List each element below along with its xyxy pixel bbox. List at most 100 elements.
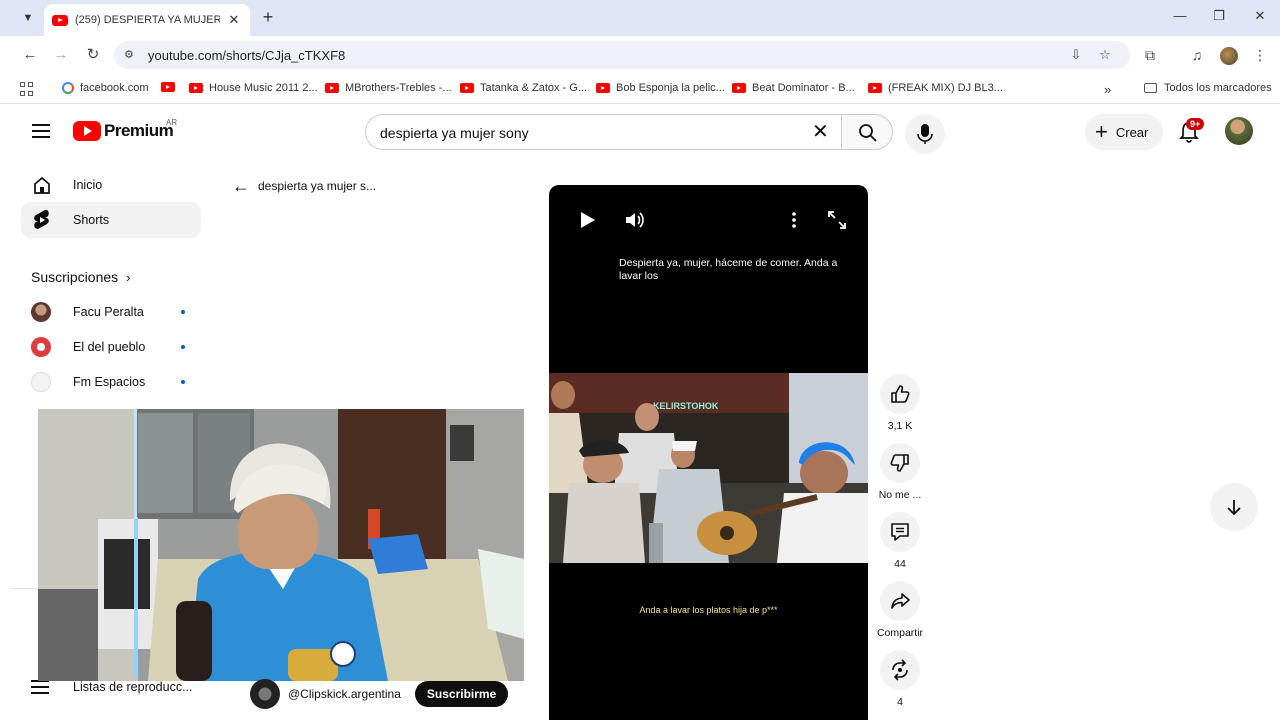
playlists-icon [31, 680, 49, 694]
address-bar[interactable]: ⚙ youtube.com/shorts/CJja_cTKXF8 ⇩ ☆ [114, 41, 1130, 69]
bookmark-youtube[interactable] [161, 82, 181, 92]
sidebar-item-label: Shorts [73, 213, 110, 227]
dislike-icon [890, 454, 909, 472]
browser-tab-active[interactable]: (259) DESPIERTA YA MUJER - G ✕ [44, 4, 250, 36]
more-options-icon[interactable] [783, 209, 805, 231]
all-bookmarks-label: Todos los marcadores [1164, 82, 1272, 94]
channel-avatar[interactable] [250, 679, 280, 709]
youtube-icon [868, 83, 882, 93]
bookmark-bob-esponja[interactable]: Bob Esponja la pelic... [596, 82, 725, 94]
create-button[interactable]: + Crear [1085, 114, 1163, 150]
like-button[interactable] [880, 374, 920, 414]
fullscreen-icon[interactable] [826, 209, 848, 231]
bookmark-label: Beat Dominator - B... [752, 82, 855, 94]
bookmark-freak-mix[interactable]: (FREAK MIX) DJ BL3... [868, 82, 1003, 94]
play-icon[interactable] [576, 209, 598, 231]
subscription-label: Facu Peralta [73, 305, 144, 319]
url-text[interactable]: youtube.com/shorts/CJja_cTKXF8 [148, 48, 345, 63]
channel-row: @Clipskick.argentina Suscribirme [250, 679, 509, 709]
like-icon [891, 385, 910, 403]
home-icon [31, 174, 53, 196]
search-input[interactable]: despierta ya mujer sony ✕ [365, 114, 841, 150]
notifications-badge: 9+ [1186, 118, 1205, 130]
logo-text: Premium [104, 121, 174, 140]
all-bookmarks-folder[interactable]: Todos los marcadores [1144, 82, 1272, 94]
subscribe-button[interactable]: Suscribirme [414, 681, 509, 707]
dislike-button[interactable] [880, 443, 920, 483]
browser-menu-icon[interactable]: ⋮ [1250, 45, 1270, 65]
youtube-icon [460, 83, 474, 93]
subscription-fm-espacios[interactable]: Fm Espacios [31, 367, 201, 397]
search-query-text[interactable]: despierta ya mujer sony [380, 125, 529, 141]
arrow-left-icon: ← [232, 176, 250, 196]
reload-icon[interactable]: ↻ [83, 45, 103, 65]
site-info-icon[interactable]: ⚙ [124, 48, 138, 62]
bookmark-star-icon[interactable]: ☆ [1097, 47, 1113, 63]
bookmark-beat-dominator[interactable]: Beat Dominator - B... [732, 82, 855, 94]
shorts-icon [31, 209, 53, 231]
tab-title: (259) DESPIERTA YA MUJER - G [75, 14, 220, 26]
subscriptions-header[interactable]: Suscripciones › [31, 269, 131, 285]
create-label: Crear [1115, 124, 1149, 140]
clear-search-icon[interactable]: ✕ [812, 122, 829, 142]
guide-menu-icon[interactable] [32, 124, 50, 138]
share-button[interactable] [880, 581, 920, 621]
microphone-icon [917, 124, 933, 144]
video-subtitle-text: Anda a lavar los platos hija de p*** [639, 605, 778, 615]
sidebar-item-inicio[interactable]: Inicio [21, 167, 201, 203]
search-button[interactable] [841, 114, 893, 150]
tab-search-chevron-icon[interactable]: ▼ [16, 7, 40, 29]
media-controls-icon[interactable]: ♫ [1187, 45, 1207, 65]
dislike-action[interactable]: No me ... [872, 443, 928, 501]
back-to-results-link[interactable]: ← despierta ya mujer s... [232, 177, 376, 195]
sidebar-item-label: Listas de reproducc... [73, 680, 193, 694]
install-app-icon[interactable]: ⇩ [1068, 47, 1084, 63]
subscription-label: El del pueblo [73, 340, 146, 354]
bookmark-facebook[interactable]: facebook.com [62, 82, 148, 94]
forward-icon[interactable]: → [51, 45, 71, 65]
remix-action[interactable]: 4 [872, 650, 928, 708]
back-link-text: despierta ya mujer s... [258, 179, 377, 193]
new-content-dot [181, 310, 185, 314]
remix-button[interactable] [880, 650, 920, 690]
back-icon[interactable]: ← [20, 45, 40, 65]
youtube-icon [596, 83, 610, 93]
video-frame-image: KELIRSTOHOK [549, 373, 868, 563]
youtube-premium-logo[interactable]: Premium [73, 121, 174, 141]
sidebar-item-shorts[interactable]: Shorts [21, 202, 201, 238]
extensions-icon[interactable]: ⧉ [1140, 45, 1160, 65]
subscription-facu-peralta[interactable]: Facu Peralta [31, 297, 201, 327]
more-bookmarks-icon[interactable]: » [1104, 82, 1111, 97]
new-content-dot [181, 380, 185, 384]
bookmark-house-music[interactable]: House Music 2011 2... [189, 82, 318, 94]
bookmark-label: MBrothers-Trebles -... [345, 82, 452, 94]
share-action[interactable]: Compartir [872, 581, 928, 639]
window-close-icon[interactable]: ✕ [1250, 8, 1270, 24]
restore-icon[interactable]: ❐ [1209, 8, 1229, 24]
tab-close-icon[interactable]: ✕ [226, 12, 242, 28]
apps-grid-icon[interactable] [20, 82, 34, 96]
bookmark-label: (FREAK MIX) DJ BL3... [888, 82, 1003, 94]
browser-profile-avatar[interactable] [1220, 47, 1238, 65]
subscriptions-title: Suscripciones [31, 269, 119, 285]
new-tab-plus-icon[interactable]: + [258, 7, 278, 27]
voice-search-button[interactable] [905, 114, 945, 154]
share-icon [891, 593, 910, 609]
youtube-icon [161, 82, 175, 92]
youtube-favicon-icon [52, 14, 68, 26]
minimize-icon[interactable]: — [1170, 8, 1190, 23]
subscription-label: Fm Espacios [73, 375, 146, 389]
sidebar-item-playlists[interactable]: Listas de reproducc... [31, 680, 193, 694]
volume-icon[interactable] [623, 209, 645, 231]
video-frame: KELIRSTOHOK [549, 373, 868, 563]
channel-name[interactable]: @Clipskick.argentina [288, 687, 401, 701]
bookmark-mbrothers[interactable]: MBrothers-Trebles -... [325, 82, 452, 94]
account-avatar[interactable] [1225, 117, 1253, 145]
shorts-player[interactable]: Despierta ya, mujer, háceme de comer. An… [549, 185, 868, 720]
bookmark-tatanka[interactable]: Tatanka & Zatox - G... [460, 82, 587, 94]
subscription-el-del-pueblo[interactable]: El del pueblo [31, 332, 201, 362]
comments-action[interactable]: 44 [872, 512, 928, 570]
comments-button[interactable] [880, 512, 920, 552]
like-action[interactable]: 3,1 K [872, 374, 928, 432]
next-short-button[interactable] [1210, 483, 1258, 531]
